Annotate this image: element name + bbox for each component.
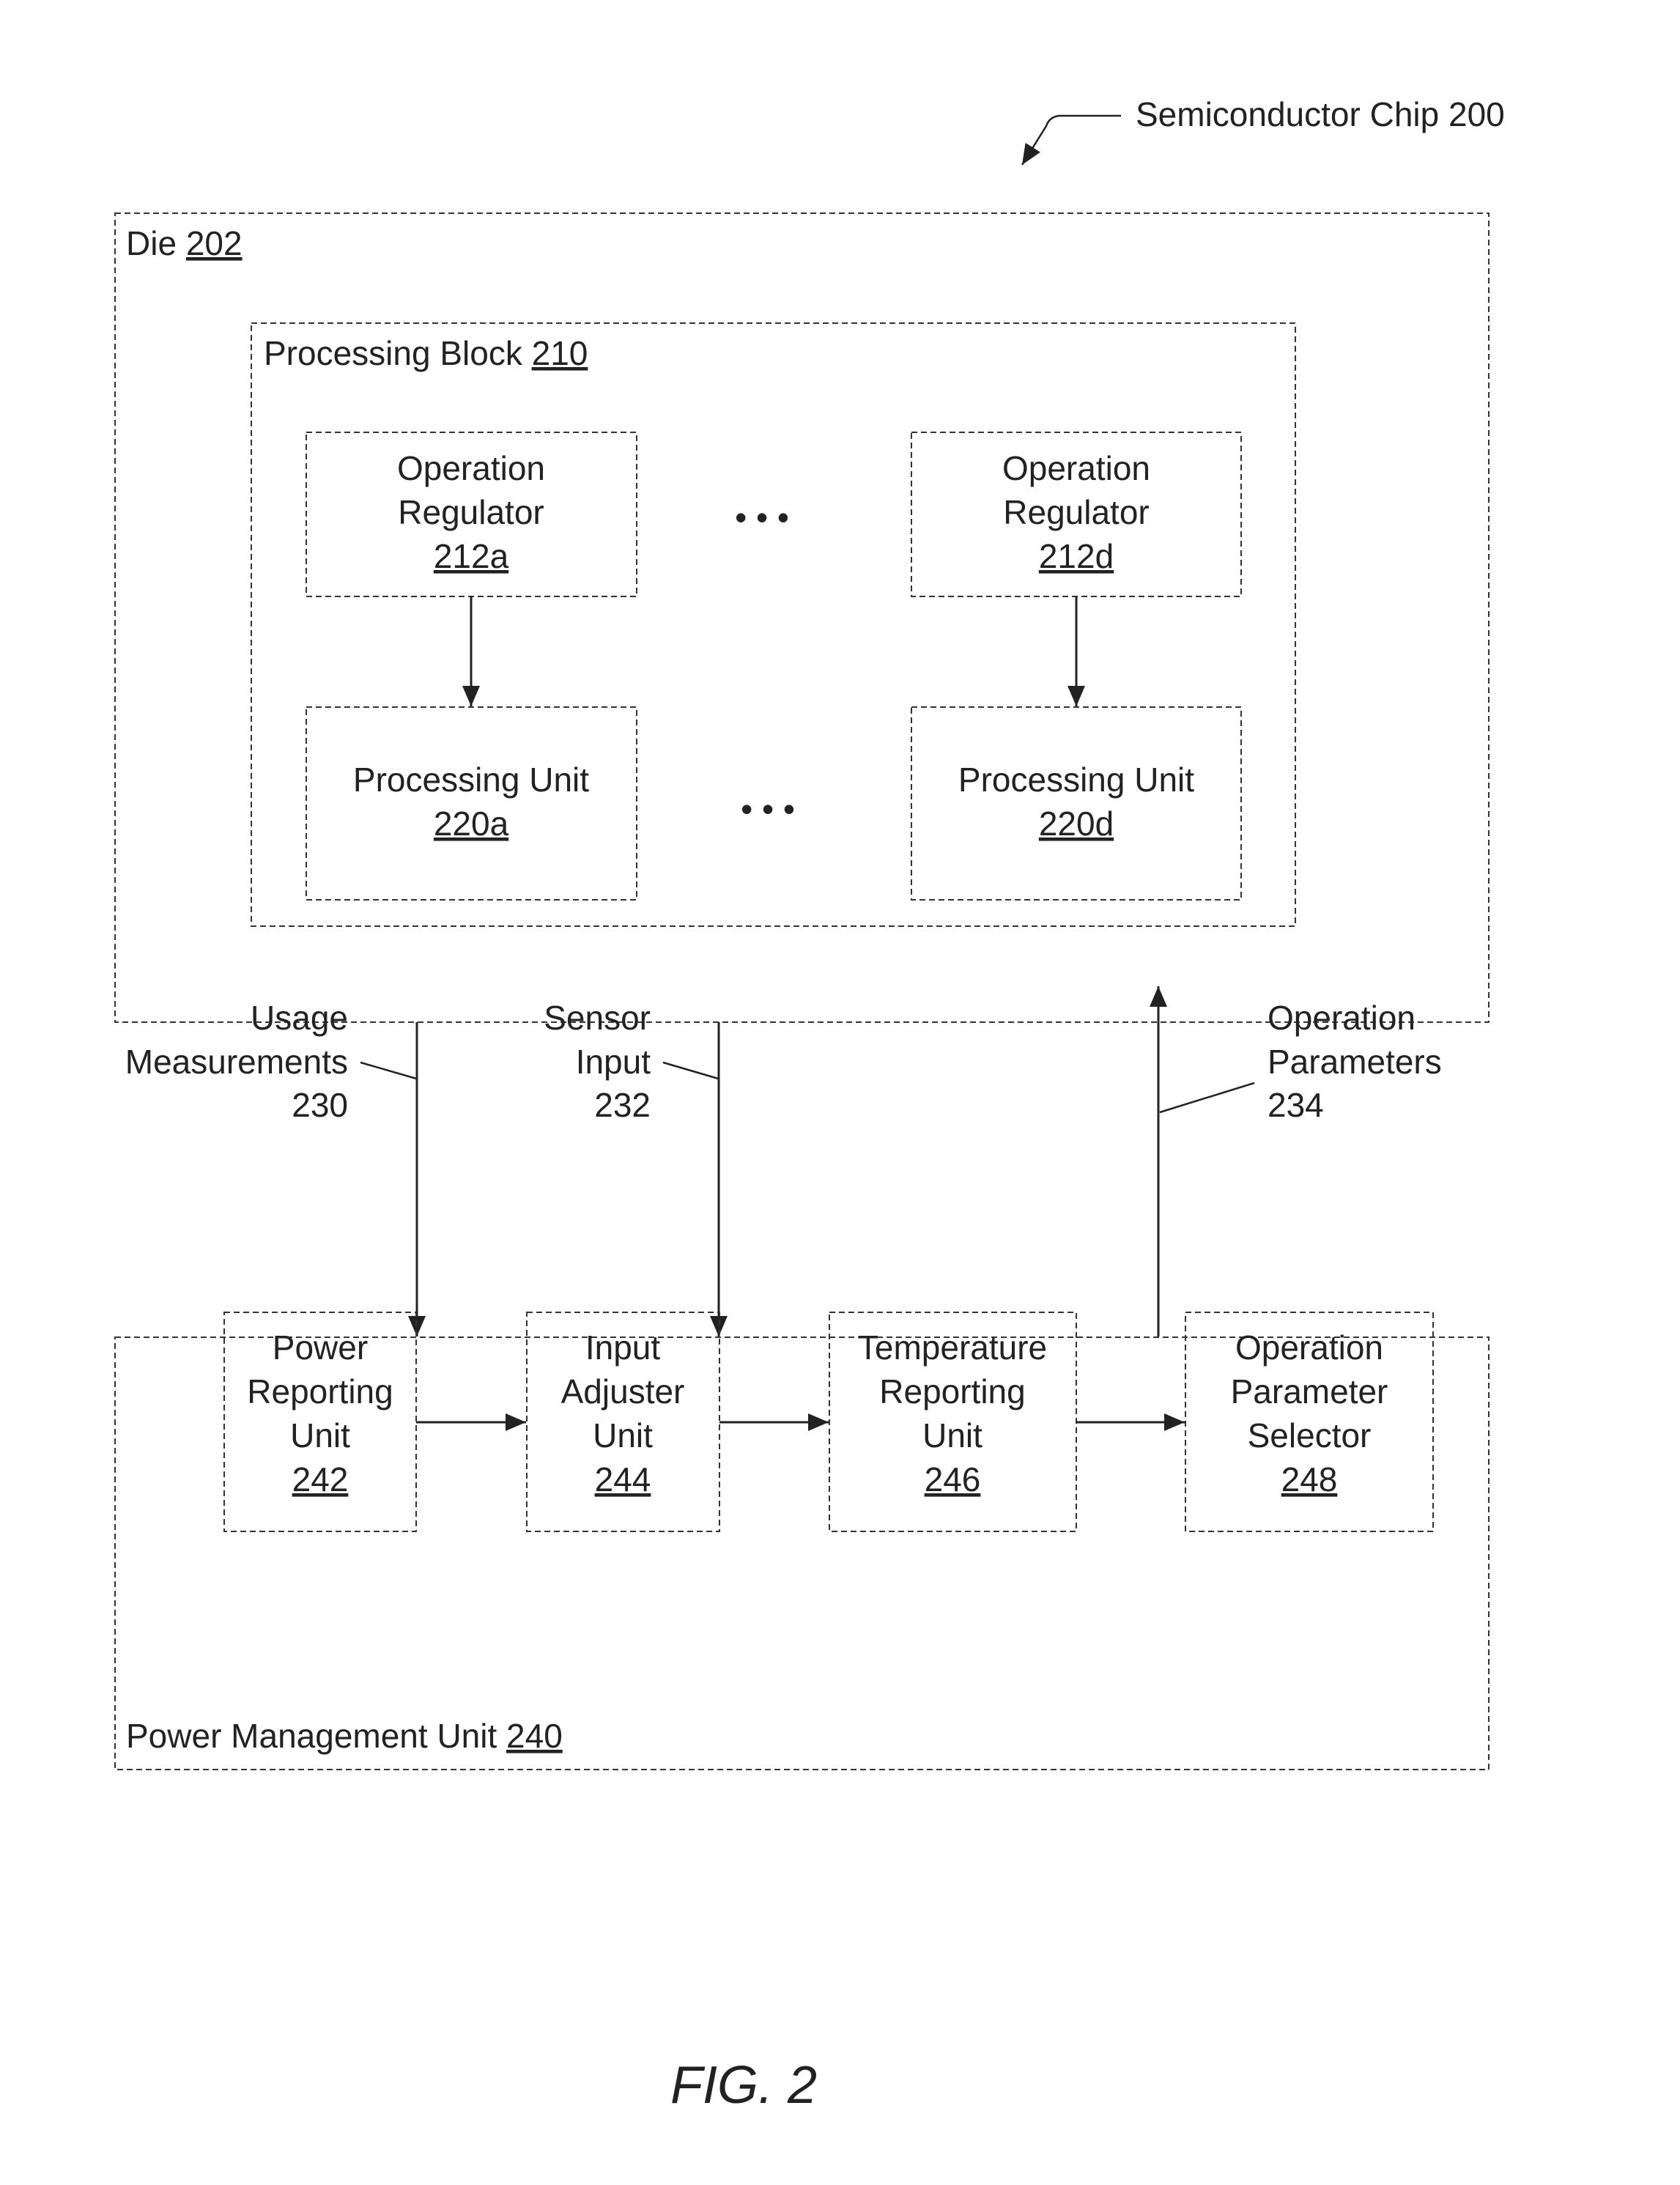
pmu-block-line3: Unit — [922, 1416, 983, 1454]
pmu-block-line3: Unit — [290, 1416, 350, 1454]
regulator-line2: Regulator — [1003, 493, 1149, 531]
operation-regulator-212a: Operation Regulator 212a — [306, 432, 637, 597]
operation-regulator-212d: Operation Regulator 212d — [911, 432, 1242, 597]
pmu-block-line1: Operation — [1235, 1328, 1383, 1367]
pmu-block-ref: 246 — [925, 1460, 981, 1498]
usage-ref: 230 — [292, 1086, 348, 1124]
regulators-ellipsis: • • • — [735, 498, 789, 536]
chip-title: Semiconductor Chip 200 — [1136, 95, 1505, 133]
input-adjuster-unit-244: Input Adjuster Unit 244 — [526, 1312, 720, 1532]
power-reporting-unit-242: Power Reporting Unit 242 — [223, 1312, 417, 1532]
unit-box — [306, 706, 637, 901]
figure-label: FIG. 2 — [670, 2056, 817, 2115]
unit-label: Processing Unit — [958, 761, 1194, 799]
pmu-block-ref: 242 — [292, 1460, 349, 1498]
unit-ref: 220d — [1039, 805, 1114, 843]
usage-line1: Usage — [251, 999, 348, 1037]
signal-operation-parameters: Operation Parameters 234 — [1150, 986, 1442, 1336]
pmu-block-line2: Adjuster — [561, 1372, 685, 1411]
die-label: Die 202 — [126, 224, 243, 262]
usage-line2: Measurements — [125, 1043, 348, 1081]
units-ellipsis: • • • — [741, 790, 795, 828]
regulator-ref: 212d — [1039, 537, 1114, 575]
chip-title-callout: Semiconductor Chip 200 — [1021, 95, 1505, 166]
signal-usage-measurements: Usage Measurements 230 — [125, 999, 426, 1336]
processing-unit-220a: Processing Unit 220a — [306, 706, 637, 901]
processing-unit-220d: Processing Unit 220d — [911, 706, 1242, 901]
pmu-block-line2: Reporting — [247, 1372, 393, 1411]
sensor-leader — [662, 1061, 719, 1080]
regulator-line1: Operation — [1002, 449, 1150, 487]
pmu-block-line1: Input — [585, 1328, 661, 1367]
parameters-leader — [1159, 1082, 1255, 1114]
power-management-unit-label: Power Management Unit 240 — [126, 1717, 563, 1755]
parameters-ref: 234 — [1268, 1086, 1324, 1124]
parameters-line2: Parameters — [1268, 1043, 1442, 1081]
pmu-block-line3: Selector — [1248, 1416, 1372, 1454]
pmu-block-line2: Reporting — [879, 1372, 1025, 1411]
regulator-ref: 212a — [434, 537, 509, 575]
usage-leader — [360, 1061, 417, 1080]
regulator-line2: Regulator — [398, 493, 544, 531]
pmu-block-line2: Parameter — [1231, 1372, 1388, 1411]
pmu-block-ref: 244 — [595, 1460, 651, 1498]
unit-ref: 220a — [434, 805, 509, 843]
processing-block-box — [251, 322, 1296, 927]
pmu-block-line1: Temperature — [858, 1328, 1047, 1367]
temperature-reporting-unit-246: Temperature Reporting Unit 246 — [829, 1312, 1077, 1532]
sensor-line2: Input — [576, 1043, 651, 1081]
parameters-line1: Operation — [1268, 999, 1416, 1037]
processing-block-label: Processing Block 210 — [264, 334, 588, 372]
regulator-line1: Operation — [397, 449, 545, 487]
sensor-ref: 232 — [594, 1086, 651, 1124]
pmu-block-line1: Power — [273, 1328, 368, 1367]
signal-sensor-input: Sensor Input 232 — [544, 999, 728, 1336]
pmu-block-line3: Unit — [593, 1416, 653, 1454]
unit-label: Processing Unit — [353, 761, 589, 799]
operation-parameter-selector-248: Operation Parameter Selector 248 — [1185, 1312, 1434, 1532]
sensor-line1: Sensor — [544, 999, 651, 1037]
pmu-block-ref: 248 — [1281, 1460, 1338, 1498]
chip-leader-line — [1021, 114, 1121, 166]
unit-box — [911, 706, 1242, 901]
diagram-canvas: Semiconductor Chip 200 Die 202 Processin… — [114, 95, 1505, 2115]
